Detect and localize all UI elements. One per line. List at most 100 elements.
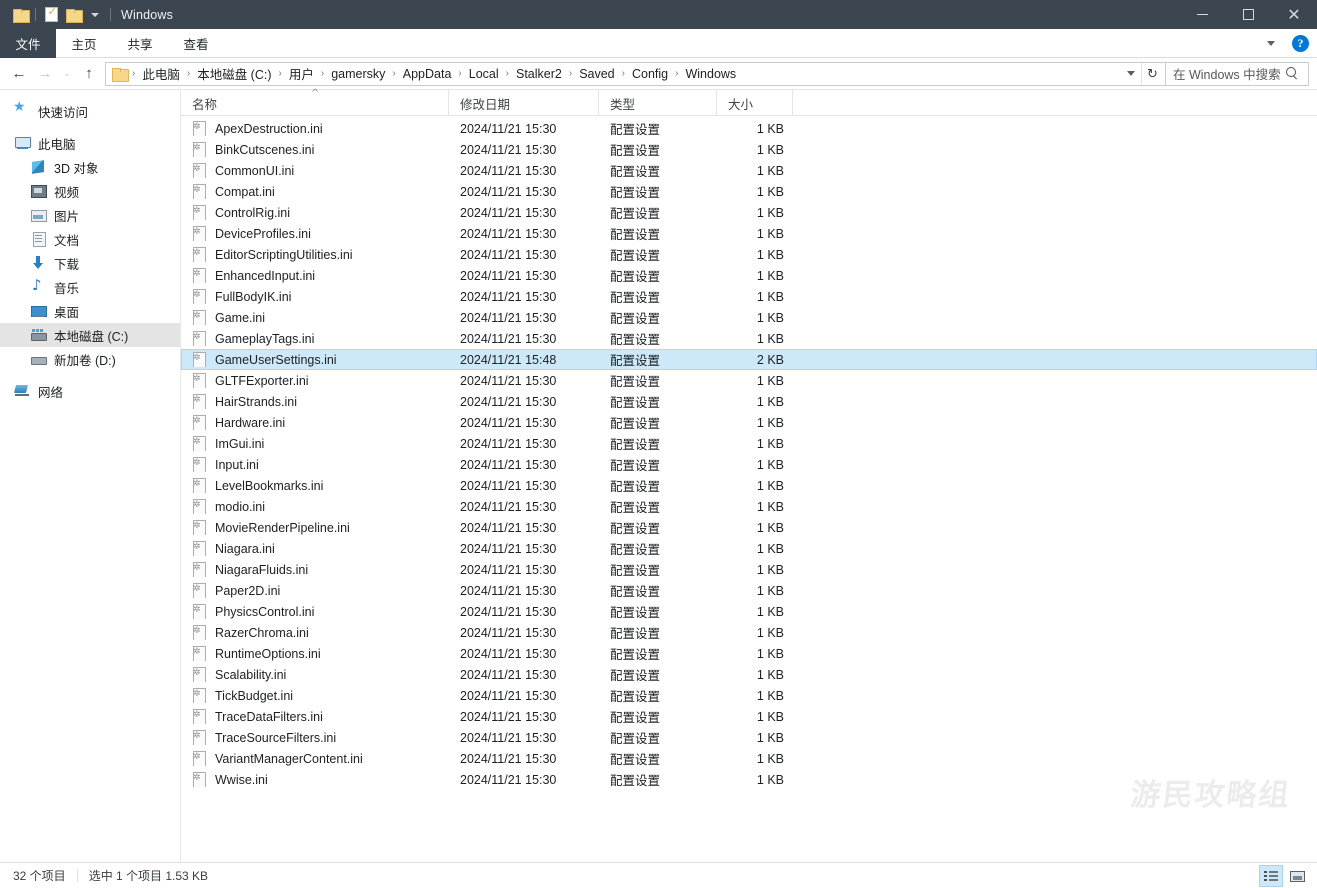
- table-row[interactable]: NiagaraFluids.ini2024/11/21 15:30配置设置1 K…: [181, 559, 1317, 580]
- table-row[interactable]: modio.ini2024/11/21 15:30配置设置1 KB: [181, 496, 1317, 517]
- ini-file-icon: [192, 730, 206, 745]
- column-header-size[interactable]: 大小: [717, 90, 793, 116]
- refresh-button[interactable]: ↻: [1141, 63, 1163, 85]
- table-row[interactable]: GameplayTags.ini2024/11/21 15:30配置设置1 KB: [181, 328, 1317, 349]
- table-row[interactable]: PhysicsControl.ini2024/11/21 15:30配置设置1 …: [181, 601, 1317, 622]
- recent-locations-button[interactable]: ⌄: [58, 61, 76, 87]
- date-modified-cell: 2024/11/21 15:30: [449, 521, 599, 535]
- table-row[interactable]: TickBudget.ini2024/11/21 15:30配置设置1 KB: [181, 685, 1317, 706]
- search-input[interactable]: 在 Windows 中搜索: [1166, 62, 1309, 86]
- sidebar-item-videos[interactable]: 视频: [0, 179, 180, 203]
- sidebar-item-this-pc[interactable]: 此电脑: [0, 131, 180, 155]
- ini-file-icon: [192, 688, 206, 703]
- table-row[interactable]: Hardware.ini2024/11/21 15:30配置设置1 KB: [181, 412, 1317, 433]
- table-row[interactable]: Compat.ini2024/11/21 15:30配置设置1 KB: [181, 181, 1317, 202]
- breadcrumb-item-stalker2[interactable]: Stalker2: [512, 65, 566, 83]
- close-button[interactable]: ✕: [1271, 0, 1317, 29]
- sidebar-item-documents[interactable]: 文档: [0, 227, 180, 251]
- sidebar-item-music[interactable]: 音乐: [0, 275, 180, 299]
- table-row[interactable]: VariantManagerContent.ini2024/11/21 15:3…: [181, 748, 1317, 769]
- breadcrumb-separator: ›: [503, 68, 512, 79]
- details-view-button[interactable]: [1259, 865, 1283, 887]
- table-row[interactable]: ControlRig.ini2024/11/21 15:30配置设置1 KB: [181, 202, 1317, 223]
- table-row[interactable]: BinkCutscenes.ini2024/11/21 15:30配置设置1 K…: [181, 139, 1317, 160]
- breadcrumb-item-config[interactable]: Config: [628, 65, 672, 83]
- help-button[interactable]: ?: [1292, 35, 1309, 52]
- table-row[interactable]: Paper2D.ini2024/11/21 15:30配置设置1 KB: [181, 580, 1317, 601]
- breadcrumb-item-users[interactable]: 用户: [285, 62, 318, 85]
- file-type-cell: 配置设置: [599, 581, 717, 600]
- sidebar-item-new-volume-d[interactable]: 新加卷 (D:): [0, 347, 180, 371]
- breadcrumb-item-appdata[interactable]: AppData: [399, 65, 456, 83]
- file-name-label: Scalability.ini: [215, 668, 286, 682]
- forward-button[interactable]: →: [32, 61, 58, 87]
- table-row[interactable]: FullBodyIK.ini2024/11/21 15:30配置设置1 KB: [181, 286, 1317, 307]
- breadcrumb-item-this-pc[interactable]: 此电脑: [138, 62, 184, 85]
- table-row[interactable]: ImGui.ini2024/11/21 15:30配置设置1 KB: [181, 433, 1317, 454]
- qat-properties-button[interactable]: [40, 4, 62, 26]
- table-row[interactable]: TraceSourceFilters.ini2024/11/21 15:30配置…: [181, 727, 1317, 748]
- table-row[interactable]: EnhancedInput.ini2024/11/21 15:30配置设置1 K…: [181, 265, 1317, 286]
- sidebar-item-downloads[interactable]: 下载: [0, 251, 180, 275]
- column-header-date-modified[interactable]: 修改日期: [449, 90, 599, 116]
- watermark: 游民攻略组: [1129, 770, 1294, 814]
- table-row[interactable]: GameUserSettings.ini2024/11/21 15:48配置设置…: [181, 349, 1317, 370]
- address-dropdown-button[interactable]: [1121, 63, 1141, 85]
- table-row[interactable]: Scalability.ini2024/11/21 15:30配置设置1 KB: [181, 664, 1317, 685]
- file-size-cell: 1 KB: [717, 668, 793, 682]
- date-modified-cell: 2024/11/21 15:30: [449, 773, 599, 787]
- file-size-cell: 1 KB: [717, 311, 793, 325]
- breadcrumb-item-windows[interactable]: Windows: [681, 65, 740, 83]
- breadcrumb-item-saved[interactable]: Saved: [575, 65, 618, 83]
- table-row[interactable]: RazerChroma.ini2024/11/21 15:30配置设置1 KB: [181, 622, 1317, 643]
- qat-folder-button[interactable]: [9, 4, 31, 26]
- table-row[interactable]: EditorScriptingUtilities.ini2024/11/21 1…: [181, 244, 1317, 265]
- file-name-cell: PhysicsControl.ini: [181, 604, 449, 619]
- chevron-down-icon: [1127, 71, 1135, 76]
- up-button[interactable]: ↑: [76, 61, 102, 87]
- ribbon-collapse-button[interactable]: [1260, 33, 1282, 55]
- table-row[interactable]: GLTFExporter.ini2024/11/21 15:30配置设置1 KB: [181, 370, 1317, 391]
- column-header-type[interactable]: 类型: [599, 90, 717, 116]
- minimize-button[interactable]: [1179, 0, 1225, 29]
- table-row[interactable]: HairStrands.ini2024/11/21 15:30配置设置1 KB: [181, 391, 1317, 412]
- tab-view[interactable]: 查看: [168, 29, 224, 58]
- table-row[interactable]: MovieRenderPipeline.ini2024/11/21 15:30配…: [181, 517, 1317, 538]
- tab-file[interactable]: 文件: [0, 29, 56, 58]
- breadcrumb-item-gamersky[interactable]: gamersky: [327, 65, 389, 83]
- breadcrumb-separator: ›: [184, 68, 193, 79]
- table-row[interactable]: Game.ini2024/11/21 15:30配置设置1 KB: [181, 307, 1317, 328]
- sidebar-item-3d-objects[interactable]: 3D 对象: [0, 155, 180, 179]
- navigation-bar: ← → ⌄ ↑ › 此电脑 › 本地磁盘 (C:) › 用户 › gamersk…: [0, 58, 1317, 89]
- sidebar-item-label: 快速访问: [38, 102, 88, 121]
- date-modified-cell: 2024/11/21 15:30: [449, 647, 599, 661]
- maximize-button[interactable]: [1225, 0, 1271, 29]
- sidebar-item-desktop[interactable]: 桌面: [0, 299, 180, 323]
- sort-ascending-icon: ^: [311, 88, 319, 99]
- qat-new-folder-button[interactable]: [62, 4, 84, 26]
- sidebar-item-network[interactable]: 网络: [0, 379, 180, 403]
- tab-share[interactable]: 共享: [112, 29, 168, 58]
- large-icons-view-button[interactable]: [1285, 865, 1309, 887]
- column-header-name[interactable]: 名称 ^: [181, 90, 449, 116]
- sidebar-item-local-disk-c[interactable]: 本地磁盘 (C:): [0, 323, 180, 347]
- table-row[interactable]: RuntimeOptions.ini2024/11/21 15:30配置设置1 …: [181, 643, 1317, 664]
- table-row[interactable]: ApexDestruction.ini2024/11/21 15:30配置设置1…: [181, 118, 1317, 139]
- table-row[interactable]: Niagara.ini2024/11/21 15:30配置设置1 KB: [181, 538, 1317, 559]
- back-button[interactable]: ←: [6, 61, 32, 87]
- table-row[interactable]: DeviceProfiles.ini2024/11/21 15:30配置设置1 …: [181, 223, 1317, 244]
- file-name-cell: TickBudget.ini: [181, 688, 449, 703]
- ini-file-icon: [192, 772, 206, 787]
- tab-home[interactable]: 主页: [56, 29, 112, 58]
- table-row[interactable]: CommonUI.ini2024/11/21 15:30配置设置1 KB: [181, 160, 1317, 181]
- sidebar-item-quick-access[interactable]: 快速访问: [0, 99, 180, 123]
- breadcrumb-item-local[interactable]: Local: [465, 65, 503, 83]
- table-row[interactable]: TraceDataFilters.ini2024/11/21 15:30配置设置…: [181, 706, 1317, 727]
- address-bar[interactable]: › 此电脑 › 本地磁盘 (C:) › 用户 › gamersky › AppD…: [105, 62, 1166, 86]
- table-row[interactable]: LevelBookmarks.ini2024/11/21 15:30配置设置1 …: [181, 475, 1317, 496]
- qat-customize-button[interactable]: [84, 4, 106, 26]
- table-row[interactable]: Input.ini2024/11/21 15:30配置设置1 KB: [181, 454, 1317, 475]
- sidebar-item-pictures[interactable]: 图片: [0, 203, 180, 227]
- breadcrumb-item-local-disk[interactable]: 本地磁盘 (C:): [193, 62, 275, 85]
- file-name-cell: DeviceProfiles.ini: [181, 226, 449, 241]
